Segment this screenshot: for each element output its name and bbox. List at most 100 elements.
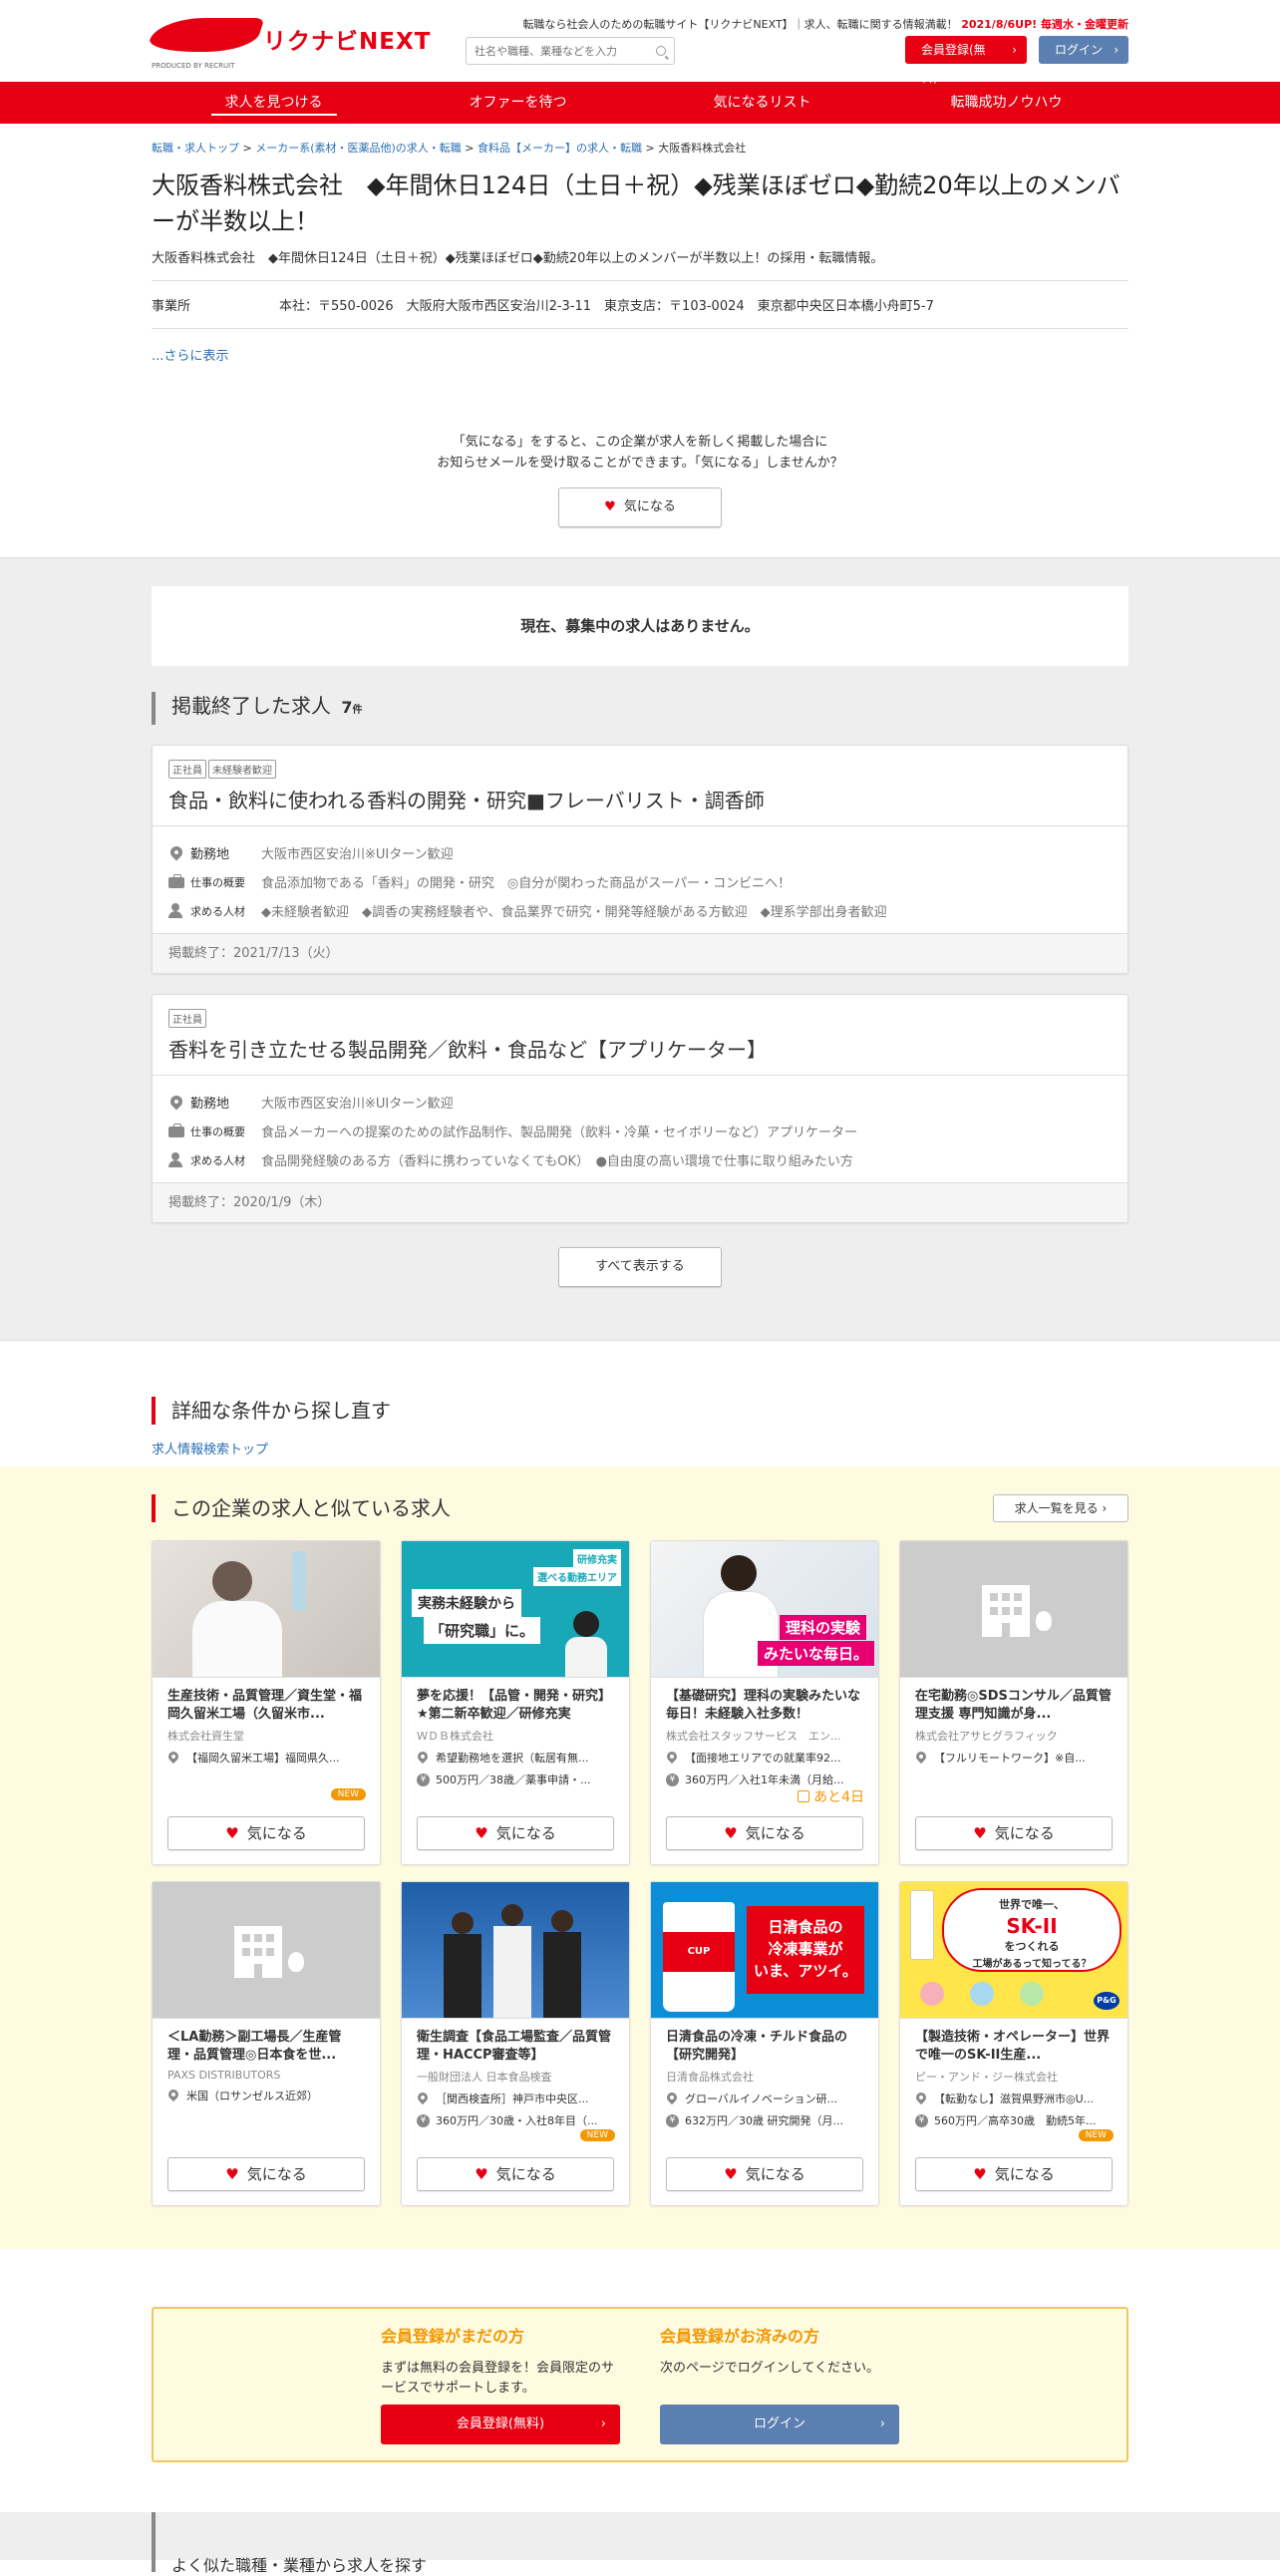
job-image[interactable]: 実務未経験から 「研究職」に。 研修充実 選べる勤務エリア <box>402 1541 629 1678</box>
favorite-button[interactable]: ♥ 気になる <box>915 2157 1113 2191</box>
favorite-note-line: 「気になる」をすると、この企業が求人を新しく掲載した場合に <box>452 435 828 450</box>
location-pin-icon <box>167 1093 185 1111</box>
job-image[interactable] <box>153 1882 380 2019</box>
nav-item-favorites[interactable]: 気になるリスト <box>640 82 884 124</box>
similar-job-card[interactable]: 生産技術・品質管理／資生堂・福岡久留米工場（久留米市... 株式会社資生堂 【福岡久… <box>152 1540 381 1865</box>
building-placeholder-icon <box>900 1541 1127 1677</box>
similar-job-card[interactable]: 世界で唯一、 SK-II をつくれる 工場があるって知ってる？ P&G 【製造技術・オペレ… <box>899 1881 1128 2206</box>
register-label: 会員登録(無料) <box>921 43 986 85</box>
similar-job-card[interactable]: 衛生調査【食品工場監査／品質管理・HACCP審査等】 一般財団法人 日本食品検査 ［… <box>401 1881 630 2206</box>
office-row: 事業所 本社：〒550-0026 大阪府大阪市西区安治川2-3-11 東京支店：… <box>152 281 1128 329</box>
deadline-badge: あと4日 <box>798 1786 864 1806</box>
office-value: 本社：〒550-0026 大阪府大阪市西区安治川2-3-11 東京支店：〒103… <box>279 299 934 314</box>
logo-text: リクナビNEXT <box>263 29 432 55</box>
job-title[interactable]: 生産技術・品質管理／資生堂・福岡久留米工場（久留米市... <box>167 1688 365 1724</box>
page-title: 大阪香料株式会社 ◆年間休日124日（土日＋祝）◆残業ほぼゼロ◆勤続20年以上の… <box>152 171 1120 235</box>
nav-item-knowhow[interactable]: 転職成功ノウハウ <box>884 82 1128 124</box>
job-image[interactable]: 理科の実験 みたいな毎日。 <box>651 1541 878 1678</box>
search-top-link[interactable]: 求人情報検索トップ <box>152 1439 1128 1457</box>
job-location: 米国（ロサンゼルス近郊） <box>167 2088 365 2103</box>
job-title[interactable]: 衛生調査【食品工場監査／品質管理・HACCP審査等】 <box>417 2029 614 2065</box>
job-wanted: 食品開発経験のある方（香料に携わっていなくてもOK） ●自由度の高い環境で仕事に… <box>261 1154 853 1169</box>
similar-job-card[interactable]: ＜LA勤務＞副工場長／生産管理・品質管理◎日本食を世... PAXS DISTRI… <box>152 1881 381 2206</box>
show-more-link[interactable]: ...さらに表示 <box>152 345 1128 364</box>
search-input[interactable] <box>467 38 646 64</box>
heart-icon: ♥ <box>225 1824 239 1842</box>
ended-job-card[interactable]: 正社員 香料を引き立たせる製品開発／飲料・食品など【アプリケーター】 勤務地 大阪… <box>152 994 1128 1223</box>
similar-job-card[interactable]: 在宅勤務◎SDSコンサル／品質管理支援 専門知識が身... 株式会社アサヒグラフィ… <box>899 1540 1128 1865</box>
similar-job-card[interactable]: 理科の実験 みたいな毎日。 【基礎研究】理科の実験みたいな毎日！未経験入社多数！ 株式… <box>650 1540 879 1865</box>
company-name: 日清食品株式会社 <box>666 2071 754 2084</box>
job-location: 【転勤なし】滋賀県野洲市◎U... <box>915 2091 1113 2106</box>
favorite-label: 気になる <box>623 499 676 514</box>
job-title[interactable]: 食品・飲料に使われる香料の開発・研究■フレーバリスト・調香師 <box>168 785 1112 813</box>
yen-icon: ¥ <box>666 1772 679 1786</box>
nav-item-wait-offers[interactable]: オファーを待つ <box>396 82 640 124</box>
yen-icon: ¥ <box>417 2113 430 2127</box>
job-image[interactable]: CUP NOODLE 日清食品の 冷凍事業が いま、アツイ。 <box>651 1882 878 2019</box>
job-salary: ¥360万円／30歳・入社8年目（... <box>417 2112 614 2128</box>
favorite-button[interactable]: ♥ 気になる <box>915 1816 1113 1850</box>
location-pin-icon <box>666 2091 680 2105</box>
member-done-title: 会員登録がお済みの方 <box>660 2327 820 2346</box>
person-icon <box>168 1151 184 1168</box>
location-text: ［関西検査所］神戸市中央区... <box>436 2093 589 2105</box>
location-label-text: 勤務地 <box>190 847 230 862</box>
ended-jobs-count: 7件 <box>341 698 362 717</box>
briefcase-icon <box>168 873 184 890</box>
job-title[interactable]: 【製造技術・オペレーター】世界で唯一のSK-II生産... <box>915 2029 1113 2065</box>
job-title[interactable]: 日清食品の冷凍・チルド食品の【研究開発】 <box>666 2029 863 2065</box>
job-title[interactable]: 在宅勤務◎SDSコンサル／品質管理支援 専門知識が身... <box>915 1688 1113 1724</box>
job-image[interactable] <box>900 1541 1127 1678</box>
nav-label: 気になるリスト <box>713 95 811 111</box>
favorite-button[interactable]: ♥ 気になる <box>666 2157 863 2191</box>
favorite-button[interactable]: ♥ 気になる <box>666 1816 863 1850</box>
job-list-button[interactable]: 求人一覧を見る › <box>993 1494 1128 1522</box>
similar-job-card[interactable]: 実務未経験から 「研究職」に。 研修充実 選べる勤務エリア夢を応援！【品管・開発・研究… <box>401 1540 630 1865</box>
footer-hint: よく似た職種・業種から求人を探す <box>152 2512 1128 2575</box>
job-title[interactable]: 【基礎研究】理科の実験みたいな毎日！未経験入社多数！ <box>666 1688 863 1724</box>
ended-jobs-title: 掲載終了した求人 <box>171 694 331 718</box>
show-all-button[interactable]: すべて表示する <box>558 1247 722 1287</box>
header-register-button[interactable]: 会員登録(無料) › <box>905 36 1027 85</box>
job-summary-row: 仕事の概要 食品メーカーへの提案のための試作品制作、製品開発（飲料・冷菓・セイボリ… <box>168 1117 1112 1145</box>
chevron-right-icon: › <box>600 2416 606 2431</box>
job-wanted-label: 求める人材 <box>168 902 261 919</box>
site-logo[interactable]: リクナビNEXT PRODUCED BY RECRUIT <box>146 18 430 70</box>
favorite-button[interactable]: ♥ 気になる <box>167 1816 365 1850</box>
search-icon[interactable] <box>656 46 666 56</box>
breadcrumb-link-top[interactable]: 転職・求人トップ <box>152 142 239 155</box>
job-image[interactable] <box>153 1541 380 1678</box>
member-section: 会員登録がまだの方 まずは無料の会員登録を！会員限定のサービスでサポートします。… <box>152 2249 1128 2462</box>
job-title[interactable]: 香料を引き立たせる製品開発／飲料・食品など【アプリケーター】 <box>168 1034 1112 1063</box>
similar-job-card[interactable]: CUP NOODLE 日清食品の 冷凍事業が いま、アツイ。日清食品の冷凍・チルド食品… <box>650 1881 879 2206</box>
job-location: 【面接地エリアでの就業率92... <box>666 1750 863 1766</box>
favorite-button[interactable]: ♥ 気になる <box>167 2157 365 2191</box>
breadcrumb: 転職・求人トップ > メーカー系(素材・医薬品他)の求人・転職 > 食料品【メー… <box>152 142 747 155</box>
favorite-button[interactable]: ♥ 気になる <box>417 2157 614 2191</box>
tagline-update: 2021/8/6UP! 毎週水・金曜更新 <box>961 18 1128 31</box>
banner-text: 冷凍事業が <box>768 1940 843 1958</box>
job-title[interactable]: ＜LA勤務＞副工場長／生産管理・品質管理◎日本食を世... <box>167 2029 365 2065</box>
breadcrumb-link-industry[interactable]: 食料品【メーカー】の求人・転職 <box>478 142 642 155</box>
new-badge: NEW <box>330 1788 366 1800</box>
deadline-text: あと4日 <box>813 1789 864 1805</box>
job-image[interactable] <box>402 1882 629 2019</box>
refine-section: 詳細な条件から探し直す 求人情報検索トップ <box>152 1341 1128 1466</box>
favorite-label: 気になる <box>745 2165 805 2183</box>
location-pin-icon <box>666 1750 680 1765</box>
breadcrumb-link-category[interactable]: メーカー系(素材・医薬品他)の求人・転職 <box>255 142 462 155</box>
job-salary: ¥500万円／38歳／薬事申請・... <box>417 1771 614 1787</box>
company-favorite-button[interactable]: ♥ 気になる <box>558 487 722 527</box>
nav-item-find-jobs[interactable]: 求人を見つける <box>152 82 396 124</box>
similar-jobs-heading: この企業の求人と似ている求人 <box>152 1494 1128 1522</box>
header-login-button[interactable]: ログイン › <box>1039 36 1128 64</box>
breadcrumb-current: 大阪香料株式会社 <box>658 142 747 155</box>
job-title[interactable]: 夢を応援！【品管・開発・研究】★第二新卒歓迎／研修充実 <box>417 1688 614 1724</box>
job-image[interactable]: 世界で唯一、 SK-II をつくれる 工場があるって知ってる？ P&G <box>900 1882 1127 2019</box>
favorite-button[interactable]: ♥ 気になる <box>417 1816 614 1850</box>
ended-job-card[interactable]: 正社員 未経験者歓迎 食品・飲料に使われる香料の開発・研究■フレーバリスト・調香師… <box>152 745 1128 974</box>
banner-text: 選べる勤務エリア <box>533 1567 621 1586</box>
member-login-button[interactable]: ログイン › <box>660 2405 899 2444</box>
member-register-button[interactable]: 会員登録(無料) › <box>381 2405 620 2444</box>
